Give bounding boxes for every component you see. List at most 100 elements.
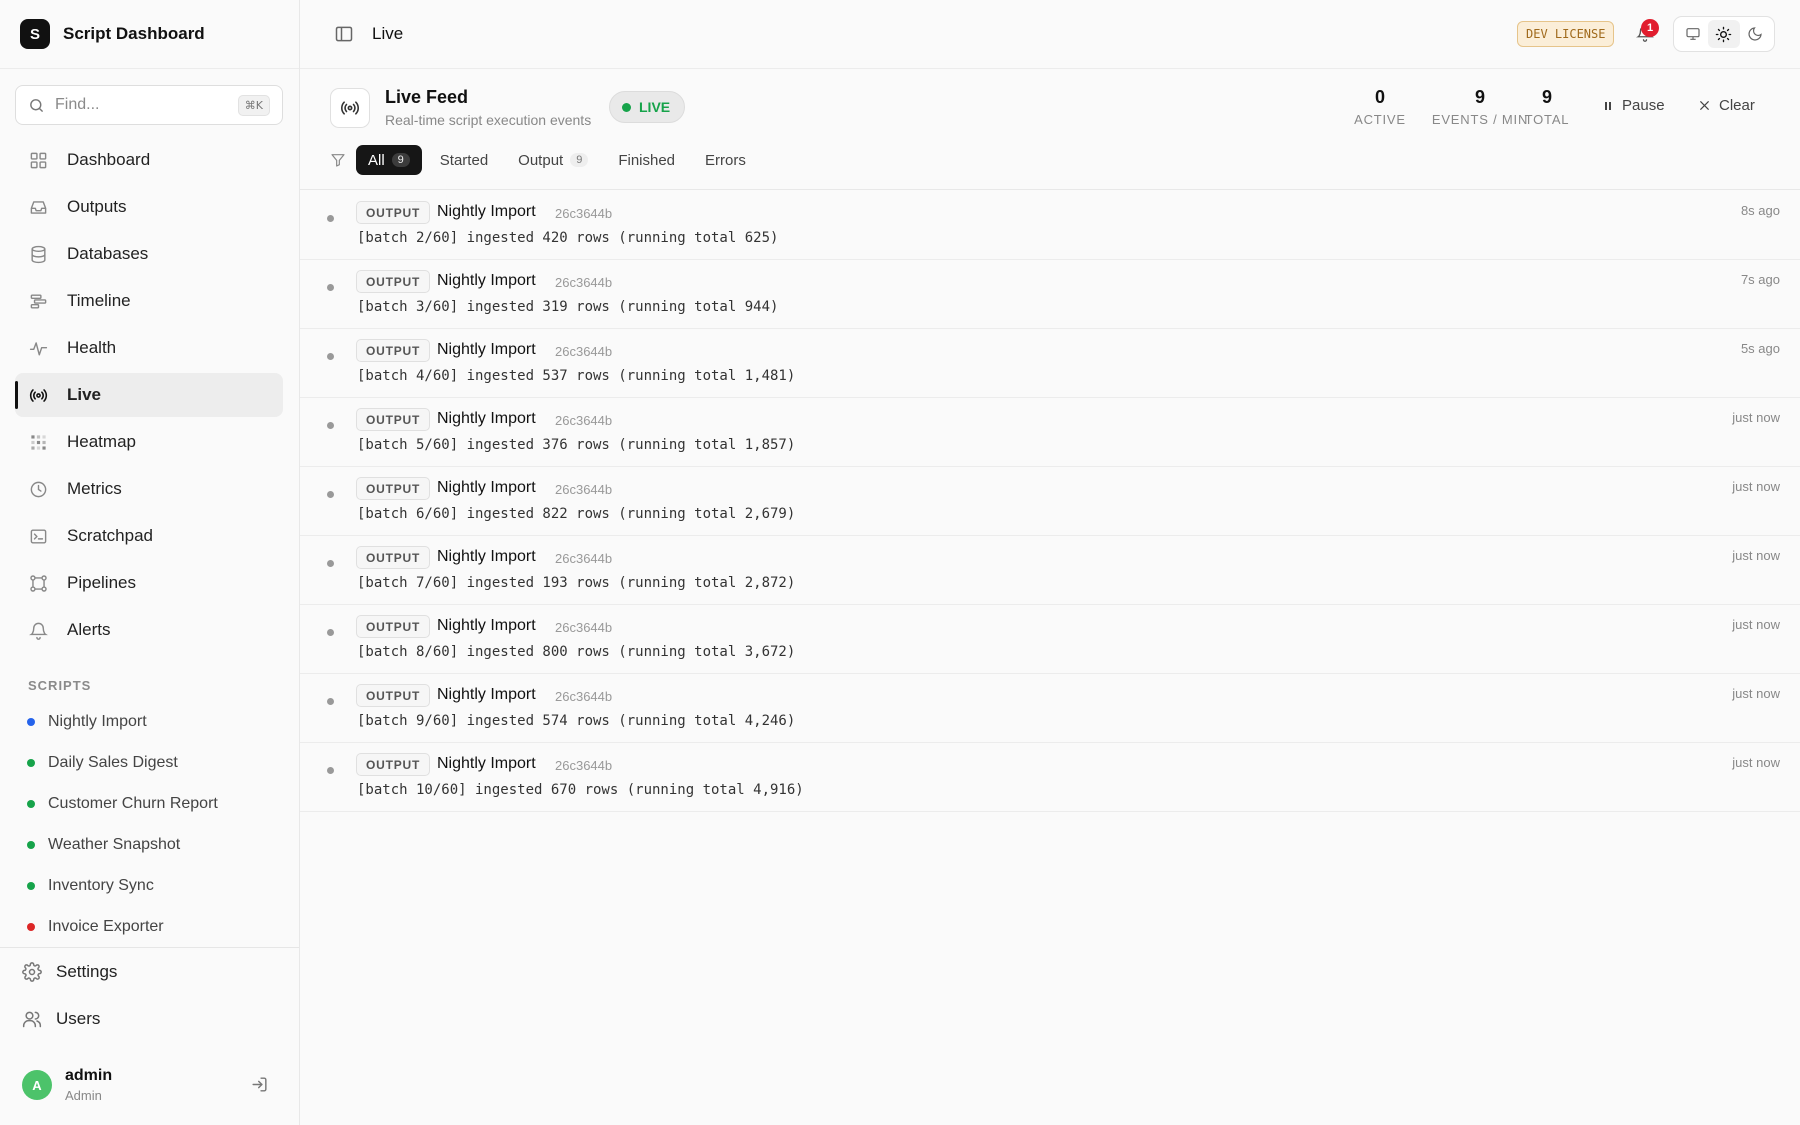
event-dot-icon xyxy=(327,698,334,705)
event-row[interactable]: OUTPUT Nightly Import 26c3644b [batch 7/60]… xyxy=(300,536,1800,605)
event-timestamp: just now xyxy=(1732,548,1780,563)
event-script-name: Nightly Import xyxy=(437,617,536,634)
live-status-badge: LIVE xyxy=(609,91,686,123)
filter-tab-errors[interactable]: Errors xyxy=(693,145,758,175)
sidebar-item-timeline[interactable]: Timeline xyxy=(15,279,283,323)
event-row[interactable]: OUTPUT Nightly Import 26c3644b [batch 2/60]… xyxy=(300,191,1800,260)
event-run-hash: 26c3644b xyxy=(555,758,613,773)
event-timestamp: just now xyxy=(1732,755,1780,770)
sidebar-item-label: Databases xyxy=(67,244,149,263)
sidebar-item-label: Dashboard xyxy=(67,150,151,169)
script-status-dot-icon xyxy=(27,922,35,931)
filter-tab-label: All xyxy=(368,151,385,169)
sidebar-item-metrics[interactable]: Metrics xyxy=(15,467,283,511)
pause-button[interactable]: Pause xyxy=(1602,97,1665,114)
script-item-nightly-import[interactable]: Nightly Import xyxy=(15,701,283,742)
sidebar-item-label: Timeline xyxy=(67,291,131,310)
close-icon xyxy=(1698,99,1711,112)
users-label: Users xyxy=(56,1008,101,1028)
stat-label: TOTAL xyxy=(1524,112,1570,127)
event-type-tag: OUTPUT xyxy=(356,753,431,776)
database-icon xyxy=(28,244,48,264)
brand[interactable]: S Script Dashboard xyxy=(0,0,299,69)
event-row[interactable]: OUTPUT Nightly Import 26c3644b [batch 5/60]… xyxy=(300,398,1800,467)
sidebar: S Script Dashboard ⌘K Dashboard Outputs Da… xyxy=(0,0,300,1125)
script-status-dot-icon xyxy=(27,840,35,849)
script-item-daily-sales-digest[interactable]: Daily Sales Digest xyxy=(15,742,283,783)
script-name: Customer Churn Report xyxy=(48,794,218,812)
sidebar-item-pipelines[interactable]: Pipelines xyxy=(15,561,283,605)
event-script-name: Nightly Import xyxy=(437,548,536,565)
event-row[interactable]: OUTPUT Nightly Import 26c3644b [batch 4/60]… xyxy=(300,329,1800,398)
filter-tab-finished[interactable]: Finished xyxy=(606,145,687,175)
script-item-invoice-exporter[interactable]: Invoice Exporter xyxy=(15,906,283,947)
dark-theme-moon-icon[interactable] xyxy=(1740,20,1771,48)
broadcast-icon xyxy=(28,385,48,405)
event-message: [batch 6/60] ingested 822 rows (running … xyxy=(357,506,796,522)
search-icon xyxy=(28,97,45,114)
sidebar-item-heatmap[interactable]: Heatmap xyxy=(15,420,283,464)
sidebar-item-users[interactable]: Users xyxy=(0,995,299,1042)
scripts-section-title: SCRIPTS xyxy=(28,678,92,693)
sidebar-item-live[interactable]: Live xyxy=(15,373,283,417)
pause-icon xyxy=(1602,100,1614,112)
event-type-tag: OUTPUT xyxy=(356,270,431,293)
event-run-hash: 26c3644b xyxy=(555,620,613,635)
event-dot-icon xyxy=(327,215,334,222)
event-row[interactable]: OUTPUT Nightly Import 26c3644b [batch 6/60]… xyxy=(300,467,1800,536)
clock-icon xyxy=(28,479,48,499)
filter-tab-all[interactable]: All 9 xyxy=(356,145,422,175)
app-name: Script Dashboard xyxy=(63,24,205,43)
event-row[interactable]: OUTPUT Nightly Import 26c3644b [batch 10/60… xyxy=(300,743,1800,812)
timeline-icon xyxy=(28,291,48,311)
event-row[interactable]: OUTPUT Nightly Import 26c3644b [batch 3/60]… xyxy=(300,260,1800,329)
user-role: Admin xyxy=(65,1088,102,1103)
sidebar-item-outputs[interactable]: Outputs xyxy=(15,185,283,229)
scripts-list: Nightly Import Daily Sales Digest Customer… xyxy=(15,701,283,947)
event-run-hash: 26c3644b xyxy=(555,275,613,290)
filter-tab-output[interactable]: Output 9 xyxy=(506,145,600,175)
filter-count-badge: 9 xyxy=(570,153,589,167)
event-row[interactable]: OUTPUT Nightly Import 26c3644b [batch 9/60]… xyxy=(300,674,1800,743)
event-run-hash: 26c3644b xyxy=(555,482,613,497)
sidebar-item-scratchpad[interactable]: Scratchpad xyxy=(15,514,283,558)
sidebar-item-label: Outputs xyxy=(67,197,127,216)
gear-icon xyxy=(22,961,42,982)
event-type-tag: OUTPUT xyxy=(356,684,431,707)
sidebar-item-settings[interactable]: Settings xyxy=(0,948,299,995)
script-item-weather-snapshot[interactable]: Weather Snapshot xyxy=(15,824,283,865)
sidebar-item-label: Scratchpad xyxy=(67,526,153,545)
sidebar-toggle-icon[interactable] xyxy=(334,24,354,44)
live-dot-icon xyxy=(622,102,631,112)
broadcast-icon xyxy=(330,88,370,128)
event-script-name: Nightly Import xyxy=(437,755,536,772)
clear-button[interactable]: Clear xyxy=(1698,97,1755,114)
event-timestamp: just now xyxy=(1732,617,1780,632)
live-feed-header: Live Feed Real-time script execution eve… xyxy=(300,70,1800,190)
script-name: Invoice Exporter xyxy=(48,917,164,935)
event-timestamp: 8s ago xyxy=(1740,203,1780,218)
event-message: [batch 9/60] ingested 574 rows (running … xyxy=(357,713,796,729)
event-type-tag: OUTPUT xyxy=(356,546,431,569)
event-message: [batch 3/60] ingested 319 rows (running … xyxy=(357,299,779,315)
logout-icon[interactable] xyxy=(250,1075,269,1094)
sidebar-item-dashboard[interactable]: Dashboard xyxy=(15,138,283,182)
sidebar-item-label: Pipelines xyxy=(67,573,136,592)
event-row[interactable]: OUTPUT Nightly Import 26c3644b [batch 8/60]… xyxy=(300,605,1800,674)
script-item-inventory-sync[interactable]: Inventory Sync xyxy=(15,865,283,906)
grid-icon xyxy=(28,150,48,170)
sidebar-item-label: Live xyxy=(67,385,102,404)
event-timestamp: just now xyxy=(1732,686,1780,701)
light-theme-sun-icon[interactable] xyxy=(1708,20,1740,48)
sidebar-item-health[interactable]: Health xyxy=(15,326,283,370)
search-box[interactable]: ⌘K xyxy=(15,85,283,125)
sidebar-item-databases[interactable]: Databases xyxy=(15,232,283,276)
top-header: Live DEV LICENSE 1 xyxy=(300,0,1800,69)
event-type-tag: OUTPUT xyxy=(356,408,431,431)
filter-tab-started[interactable]: Started xyxy=(428,145,500,175)
sidebar-item-alerts[interactable]: Alerts xyxy=(15,608,283,652)
script-item-customer-churn-report[interactable]: Customer Churn Report xyxy=(15,783,283,824)
search-input[interactable] xyxy=(55,96,225,114)
event-run-hash: 26c3644b xyxy=(555,206,613,221)
system-theme-monitor-icon[interactable] xyxy=(1677,20,1708,48)
